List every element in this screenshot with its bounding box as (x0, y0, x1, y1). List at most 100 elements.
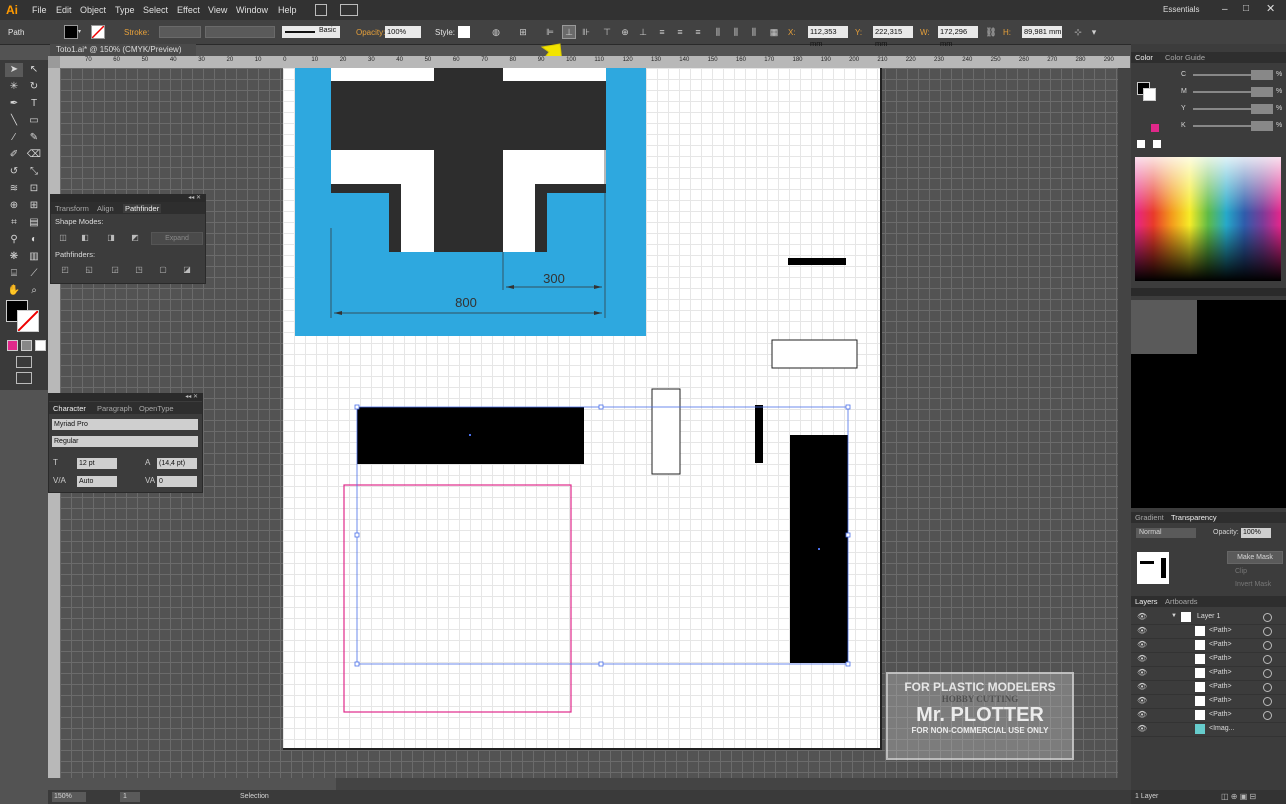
menu-file[interactable]: File (32, 5, 47, 15)
tab-color[interactable]: Color (1135, 53, 1153, 62)
cyan-field[interactable] (1251, 70, 1273, 80)
tab-transparency[interactable]: Transparency (1171, 513, 1217, 522)
color-mode-icon[interactable] (7, 340, 18, 351)
blob-brush-tool-icon[interactable]: ✐ (5, 148, 23, 162)
opacity-field[interactable]: 100% (385, 26, 421, 38)
black-field[interactable] (1251, 121, 1273, 131)
color-stroke-box[interactable] (1143, 88, 1156, 101)
distribute-bottom-icon[interactable]: ≡ (692, 26, 704, 38)
tab-color-guide[interactable]: Color Guide (1165, 53, 1205, 62)
symbol-sprayer-tool-icon[interactable]: ❋ (5, 250, 23, 264)
tab-gradient[interactable]: Gradient (1135, 513, 1164, 522)
layer-name[interactable]: <Path> (1209, 683, 1232, 690)
divide-icon[interactable]: ◰ (59, 265, 71, 275)
width-tool-icon[interactable]: ≋ (5, 182, 23, 196)
visibility-eye-icon[interactable]: 👁 (1137, 710, 1147, 719)
mesh-tool-icon[interactable]: ⌗ (5, 216, 23, 230)
drawing-mode-icon[interactable] (16, 356, 32, 368)
scale-tool-icon[interactable]: ⤡ (25, 165, 43, 179)
layer-row[interactable]: 👁 <Path> (1131, 666, 1286, 681)
screen-mode-icon[interactable] (16, 372, 32, 384)
slice-tool-icon[interactable]: ⟋ (25, 267, 43, 281)
distribute-hcenter-icon[interactable]: ⫼ (730, 26, 742, 38)
variable-width-dropdown[interactable] (205, 26, 275, 38)
blend-tool-icon[interactable]: ◐ (25, 233, 43, 247)
line-tool-icon[interactable]: ╲ (5, 114, 23, 128)
paintbrush-tool-icon[interactable]: ∕ (5, 131, 23, 145)
target-icon[interactable] (1263, 683, 1272, 692)
menu-object[interactable]: Object (80, 5, 106, 15)
distribute-left-icon[interactable]: ⫼ (712, 26, 724, 38)
visibility-eye-icon[interactable]: 👁 (1137, 724, 1147, 733)
pencil-tool-icon[interactable]: ✎ (25, 131, 43, 145)
selection-tool-icon[interactable]: ➤ (5, 63, 23, 77)
visibility-eye-icon[interactable]: 👁 (1137, 654, 1147, 663)
transparency-opacity-field[interactable]: 100% (1241, 528, 1271, 538)
menu-effect[interactable]: Effect (177, 5, 200, 15)
none-swatch[interactable] (1137, 140, 1145, 148)
tab-paragraph[interactable]: Paragraph (97, 404, 132, 413)
trim-icon[interactable]: ◱ (83, 265, 95, 275)
vertical-align-bottom-icon[interactable]: ⊥ (637, 26, 649, 38)
distribute-right-icon[interactable]: ⫼ (748, 26, 760, 38)
target-icon[interactable] (1263, 641, 1272, 650)
panel-drag-bar[interactable]: ◂◂ ✕ (49, 394, 202, 401)
y-field[interactable]: 222,315 mm (873, 26, 913, 48)
close-icon[interactable]: ✕ (1266, 2, 1275, 15)
magic-wand-tool-icon[interactable]: ✳ (5, 80, 23, 94)
column-graph-tool-icon[interactable]: ▥ (25, 250, 43, 264)
layer-name[interactable]: <Path> (1209, 711, 1232, 718)
transform-options-icon[interactable]: ⊹ (1072, 26, 1084, 38)
layer-name[interactable]: <Path> (1209, 697, 1232, 704)
kerning-field[interactable]: Auto (77, 476, 117, 487)
unite-icon[interactable]: ◫ (57, 233, 69, 243)
document-tab[interactable]: Toto1.ai* @ 150% (CMYK/Preview) ✕ (50, 44, 196, 66)
opacity-label[interactable]: Opacity: (356, 28, 385, 37)
bridge-icon[interactable] (315, 4, 327, 16)
minus-front-icon[interactable]: ◧ (79, 233, 91, 243)
target-icon[interactable] (1263, 711, 1272, 720)
blend-mode-dropdown[interactable]: Normal (1136, 528, 1196, 538)
target-icon[interactable] (1263, 627, 1272, 636)
layer-name[interactable]: <Path> (1209, 627, 1232, 634)
menu-edit[interactable]: Edit (56, 5, 72, 15)
fill-swatch[interactable] (64, 25, 78, 39)
layer-row[interactable]: 👁 <Path> (1131, 680, 1286, 695)
reference-point-icon[interactable]: ▦ (768, 26, 780, 38)
menu-help[interactable]: Help (278, 5, 297, 15)
tab-align[interactable]: Align (97, 204, 114, 213)
target-icon[interactable] (1263, 669, 1272, 678)
visibility-eye-icon[interactable]: 👁 (1137, 612, 1147, 621)
layer-row[interactable]: 👁 <Path> (1131, 694, 1286, 709)
leading-field[interactable]: (14,4 pt) (157, 458, 197, 469)
pen-tool-icon[interactable]: ✒ (5, 97, 23, 111)
intersect-icon[interactable]: ◨ (105, 233, 117, 243)
layer-row[interactable]: 👁 <Path> (1131, 708, 1286, 723)
minimize-icon[interactable]: – (1222, 4, 1228, 15)
distribute-top-icon[interactable]: ≡ (656, 26, 668, 38)
free-transform-tool-icon[interactable]: ⊡ (25, 182, 43, 196)
crop-icon[interactable]: ◳ (133, 265, 145, 275)
tracking-field[interactable]: 0 (157, 476, 197, 487)
horizontal-ruler[interactable]: 70 60 50 40 30 20 10 0 10 20 30 40 50 60 70 80 90 100 110 1… (60, 56, 1130, 68)
align-right-icon[interactable]: ⊪ (580, 26, 592, 38)
yellow-field[interactable] (1251, 104, 1273, 114)
layer-name[interactable]: <Path> (1209, 641, 1232, 648)
expand-layer-icon[interactable]: ▼ (1171, 613, 1177, 619)
brush-definition[interactable]: Basic (282, 26, 340, 38)
x-field[interactable]: 112,353 mm (808, 26, 848, 48)
font-family-field[interactable]: Myriad Pro (52, 419, 198, 430)
stroke-weight-dropdown[interactable] (159, 26, 201, 38)
magenta-field[interactable] (1251, 87, 1273, 97)
visibility-eye-icon[interactable]: 👁 (1137, 682, 1147, 691)
outline-icon[interactable]: ▢ (157, 265, 169, 275)
invert-mask-checkbox[interactable]: Invert Mask (1235, 581, 1271, 588)
constrain-proportions-icon[interactable]: ⛓ (985, 26, 997, 38)
eyedropper-tool-icon[interactable]: ⚲ (5, 233, 23, 247)
tab-opentype[interactable]: OpenType (139, 404, 174, 413)
visibility-eye-icon[interactable]: 👁 (1137, 668, 1147, 677)
layers-actions-icon[interactable]: ◫ ⊕ ▣ ⊟ (1221, 792, 1256, 801)
vertical-align-center-icon[interactable]: ⊕ (619, 26, 631, 38)
rectangle-tool-icon[interactable]: ▭ (25, 114, 43, 128)
stroke-swatch[interactable] (91, 25, 105, 39)
